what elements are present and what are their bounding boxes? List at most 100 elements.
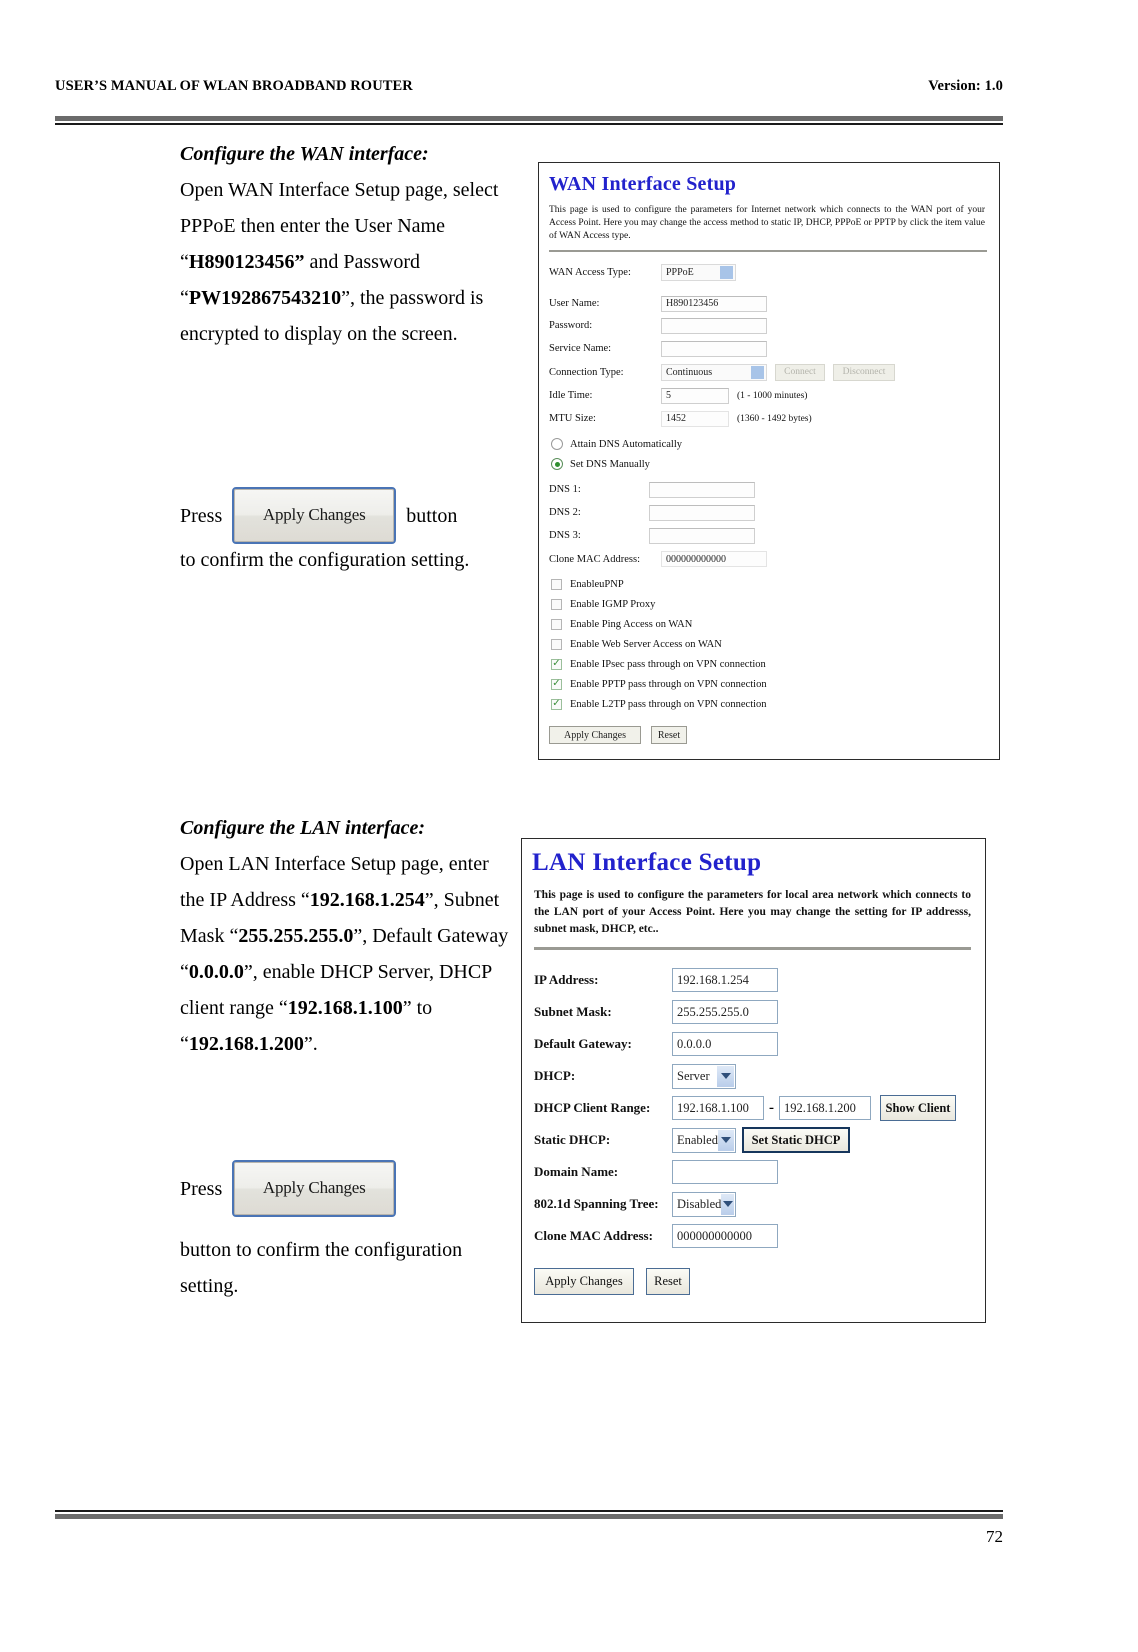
- wan-idle-time-input[interactable]: 5: [661, 387, 729, 404]
- wan-password-label: Password:: [549, 320, 593, 331]
- wan-connection-type-label: Connection Type:: [549, 366, 624, 378]
- chevron-down-icon[interactable]: [751, 365, 764, 379]
- lan-shot-reset-button[interactable]: Reset: [646, 1268, 690, 1295]
- checkbox-checked-icon: ✓: [551, 698, 562, 710]
- wan-connect-button[interactable]: Connect: [775, 363, 825, 381]
- lan-static-dhcp-select[interactable]: Enabled: [672, 1127, 736, 1153]
- checkbox-unchecked-icon: [551, 618, 562, 630]
- lan-shot-button-row: Apply Changes Reset: [534, 1268, 985, 1295]
- radio-off-icon: [551, 438, 563, 450]
- lan-press-row: Press Apply Changes: [180, 1160, 520, 1217]
- wan-dns3-input[interactable]: [649, 527, 755, 544]
- caret-glyph: [720, 1073, 731, 1079]
- wan-clone-mac-label: Clone MAC Address:: [549, 553, 641, 565]
- wan-clone-mac-input[interactable]: 000000000000: [661, 551, 767, 567]
- wan-press-instruction: Press Apply Changes button to confirm th…: [180, 487, 520, 578]
- wan-heading: Configure the WAN interface:: [180, 143, 429, 165]
- caret-glyph: [722, 1201, 733, 1207]
- wan-disconnect-button[interactable]: Disconnect: [833, 363, 895, 381]
- lan-dhcp-range-label: DHCP Client Range:: [534, 1100, 651, 1115]
- lan-dhcp-select[interactable]: Server: [672, 1063, 736, 1089]
- wan-checkbox-row-0[interactable]: EnableuPNP: [551, 574, 999, 594]
- wan-apply-changes-inline-button[interactable]: Apply Changes: [232, 487, 397, 544]
- lan-mask-input[interactable]: 255.255.255.0: [672, 1000, 778, 1024]
- checkbox-unchecked-icon: [551, 598, 562, 610]
- chevron-down-icon[interactable]: [720, 266, 733, 279]
- wan-mtu-label: MTU Size:: [549, 413, 596, 424]
- wan-instructions: Configure the WAN interface: Open WAN In…: [180, 136, 520, 352]
- wan-checkbox-row-1[interactable]: Enable IGMP Proxy: [551, 594, 999, 614]
- wan-dns2-input[interactable]: [649, 504, 755, 521]
- lan-ip-row: IP Address: 192.168.1.254: [534, 964, 985, 996]
- lan-ip-input[interactable]: 192.168.1.254: [672, 968, 778, 992]
- wan-shot-description: This page is used to configure the param…: [549, 205, 985, 241]
- wan-shot-apply-changes-button[interactable]: Apply Changes: [549, 726, 641, 744]
- wan-service-name-input[interactable]: [661, 340, 767, 357]
- chevron-down-icon[interactable]: [717, 1065, 734, 1087]
- lan-paragraph: Open LAN Interface Setup page, enter the…: [180, 846, 512, 1062]
- wan-interface-setup-screenshot: WAN Interface Setup This page is used to…: [538, 162, 1000, 760]
- lan-domain-input[interactable]: [672, 1160, 778, 1184]
- wan-mtu-input[interactable]: 1452: [661, 410, 729, 427]
- checkbox-checked-icon: ✓: [551, 678, 562, 690]
- lan-clone-mac-row: Clone MAC Address: 000000000000: [534, 1220, 985, 1252]
- wan-checkbox-row-6[interactable]: ✓ Enable L2TP pass through on VPN connec…: [551, 694, 999, 714]
- wan-checkbox-label-2: Enable Ping Access on WAN: [570, 618, 693, 630]
- wan-checkbox-label-4: Enable IPsec pass through on VPN connect…: [570, 658, 766, 670]
- lan-body-6: ”.: [303, 1033, 318, 1055]
- wan-set-dns-manual-radio[interactable]: Set DNS Manually: [551, 454, 999, 474]
- lan-clone-mac-input[interactable]: 000000000000: [672, 1224, 778, 1248]
- wan-checkbox-row-5[interactable]: ✓ Enable PPTP pass through on VPN connec…: [551, 674, 999, 694]
- lan-range-end-bold: 192.168.1.200: [188, 1033, 304, 1055]
- wan-shot-reset-button[interactable]: Reset: [651, 726, 687, 744]
- wan-connection-type-select[interactable]: Continuous: [661, 363, 767, 381]
- checkbox-unchecked-icon: [551, 578, 562, 590]
- version-label: Version: 1.0: [928, 78, 1003, 94]
- wan-attain-dns-auto-label: Attain DNS Automatically: [570, 438, 682, 450]
- wan-access-type-label: WAN Access Type:: [549, 267, 631, 278]
- wan-attain-dns-auto-radio[interactable]: Attain DNS Automatically: [551, 434, 999, 454]
- chevron-down-icon[interactable]: [717, 1129, 734, 1151]
- wan-user-name-label: User Name:: [549, 298, 600, 309]
- lan-dhcp-row: DHCP: Server: [534, 1060, 985, 1092]
- wan-checkbox-row-4[interactable]: ✓ Enable IPsec pass through on VPN conne…: [551, 654, 999, 674]
- chevron-down-icon[interactable]: [721, 1193, 734, 1215]
- page-header: USER’S MANUAL OF WLAN BROADBAND ROUTER V…: [55, 78, 1003, 100]
- page-number: 72: [986, 1527, 1003, 1546]
- lan-ip-label: IP Address:: [534, 972, 599, 987]
- divider-thin-bar: [55, 123, 1003, 125]
- wan-checkbox-label-0: EnableuPNP: [570, 578, 624, 590]
- lan-dhcp-range-end-input[interactable]: 192.168.1.200: [779, 1096, 871, 1120]
- wan-press-label: Press: [180, 504, 223, 527]
- wan-checkbox-row-3[interactable]: Enable Web Server Access on WAN: [551, 634, 999, 654]
- checkbox-unchecked-icon: [551, 638, 562, 650]
- wan-password-input[interactable]: [661, 317, 767, 334]
- wan-dns1-input[interactable]: [649, 481, 755, 498]
- wan-press-tail: to confirm the configuration setting.: [180, 549, 470, 571]
- wan-user-name-input[interactable]: H890123456: [661, 295, 767, 312]
- lan-stp-row: 802.1d Spanning Tree: Disabled: [534, 1188, 985, 1220]
- wan-shot-button-row: Apply Changes Reset: [549, 726, 999, 744]
- lan-apply-changes-inline-button[interactable]: Apply Changes: [232, 1160, 397, 1217]
- lan-set-static-dhcp-button[interactable]: Set Static DHCP: [742, 1127, 850, 1153]
- lan-press-instruction: Press Apply Changes: [180, 1160, 520, 1217]
- lan-domain-label: Domain Name:: [534, 1164, 619, 1179]
- lan-gateway-input[interactable]: 0.0.0.0: [672, 1032, 778, 1056]
- footer-divider: [55, 1510, 1003, 1519]
- wan-idle-time-row: Idle Time: 5 (1 - 1000 minutes): [549, 384, 999, 407]
- wan-press-tail-first: button: [406, 504, 458, 527]
- divider-thick-bar: [55, 1514, 1003, 1519]
- wan-checkbox-row-2[interactable]: Enable Ping Access on WAN: [551, 614, 999, 634]
- lan-shot-apply-changes-button[interactable]: Apply Changes: [534, 1268, 634, 1295]
- wan-access-type-select[interactable]: PPPoE: [661, 264, 736, 281]
- wan-access-type-row: WAN Access Type: PPPoE: [549, 262, 999, 283]
- lan-press-label: Press: [180, 1177, 223, 1200]
- wan-idle-time-hint: (1 - 1000 minutes): [737, 390, 808, 401]
- lan-stp-select[interactable]: Disabled: [672, 1191, 736, 1217]
- wan-checkbox-label-3: Enable Web Server Access on WAN: [570, 638, 722, 650]
- lan-dhcp-range-start-input[interactable]: 192.168.1.100: [672, 1096, 764, 1120]
- lan-show-client-button[interactable]: Show Client: [880, 1095, 956, 1121]
- wan-mtu-hint: (1360 - 1492 bytes): [737, 413, 812, 424]
- wan-user-name-row: User Name: H890123456: [549, 293, 999, 314]
- wan-connection-type-value: Continuous: [666, 366, 713, 378]
